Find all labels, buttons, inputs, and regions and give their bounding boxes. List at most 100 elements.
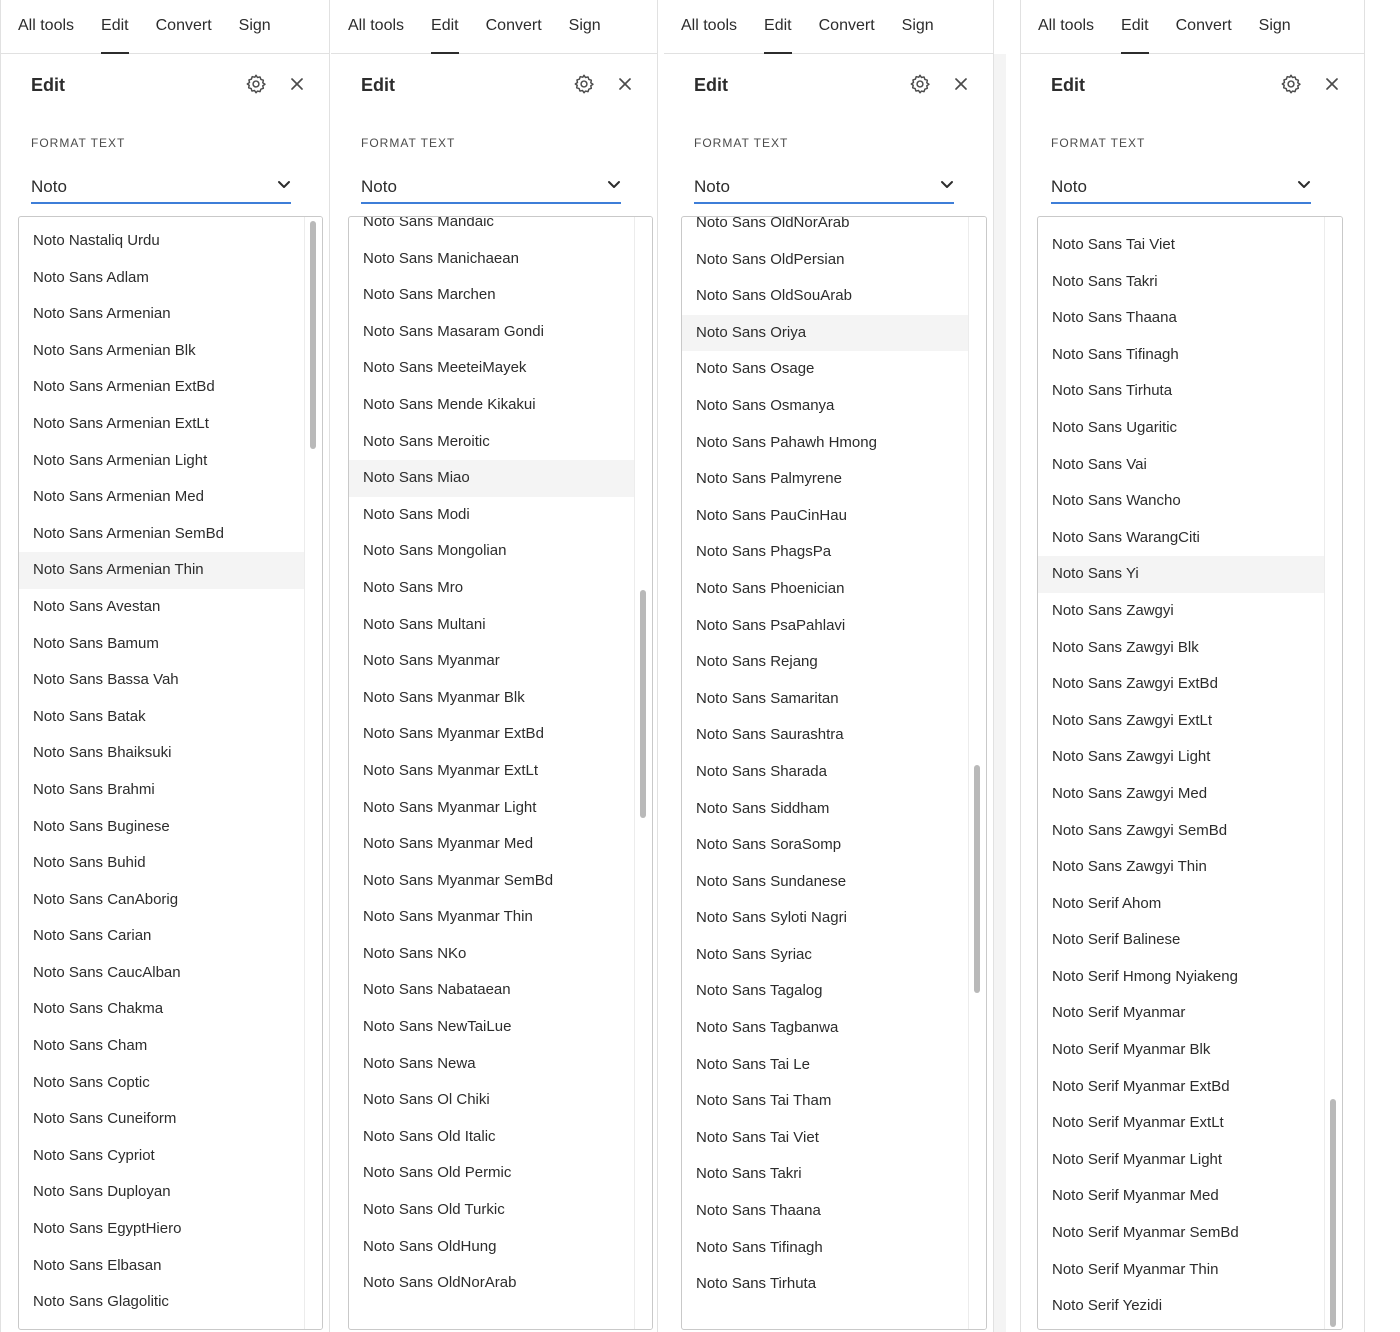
nav-sign[interactable]: Sign <box>1259 0 1291 54</box>
scrollbar-thumb[interactable] <box>310 221 316 449</box>
font-option[interactable]: Noto Sans Adlam <box>19 260 304 297</box>
font-option[interactable]: Noto Sans Zawgyi Med <box>1038 776 1324 813</box>
gear-icon[interactable] <box>573 73 595 95</box>
font-option[interactable]: Noto Sans Zawgyi ExtBd <box>1038 666 1324 703</box>
font-option[interactable]: Noto Sans Palmyrene <box>682 461 968 498</box>
font-option[interactable]: Noto Sans Old Turkic <box>349 1192 634 1229</box>
font-option[interactable]: Noto Sans Brahmi <box>19 772 304 809</box>
font-option[interactable]: Noto Sans Pahawh Hmong <box>682 425 968 462</box>
font-select[interactable] <box>361 174 621 204</box>
font-option[interactable]: Noto Sans Armenian Thin <box>19 552 304 589</box>
nav-convert[interactable]: Convert <box>156 0 212 54</box>
font-option[interactable]: Noto Sans Tirhuta <box>1038 373 1324 410</box>
font-option[interactable]: Noto Sans MeeteiMayek <box>349 350 634 387</box>
font-option[interactable]: Noto Sans Buhid <box>19 845 304 882</box>
font-option[interactable]: Noto Sans Tifinagh <box>682 1230 968 1267</box>
font-option[interactable]: Noto Sans Zawgyi Thin <box>1038 849 1324 886</box>
scrollbar-thumb[interactable] <box>974 765 980 994</box>
font-option[interactable]: Noto Serif Myanmar ExtBd <box>1038 1069 1324 1106</box>
font-option[interactable]: Noto Sans Myanmar Blk <box>349 680 634 717</box>
font-option[interactable]: Noto Serif Myanmar Light <box>1038 1142 1324 1179</box>
font-option[interactable]: Noto Sans OldPersian <box>682 242 968 279</box>
font-option[interactable]: Noto Sans OldNorArab <box>349 1265 634 1302</box>
font-option[interactable]: Noto Sans Myanmar <box>349 643 634 680</box>
font-option[interactable]: Noto Sans Rejang <box>682 644 968 681</box>
font-option[interactable]: Noto Sans Nabataean <box>349 972 634 1009</box>
font-option[interactable]: Noto Sans Armenian Light <box>19 443 304 480</box>
font-option[interactable]: Noto Sans Cypriot <box>19 1138 304 1175</box>
font-option[interactable]: Noto Sans Marchen <box>349 277 634 314</box>
font-option[interactable]: Noto Sans Thaana <box>1038 300 1324 337</box>
font-option[interactable]: Noto Sans Old Italic <box>349 1119 634 1156</box>
font-option[interactable]: Noto Sans Tai Viet <box>682 1120 968 1157</box>
font-option[interactable]: Noto Sans Mro <box>349 570 634 607</box>
font-option[interactable]: Noto Sans Masaram Gondi <box>349 314 634 351</box>
font-option[interactable]: Noto Sans OldNorArab <box>682 217 968 242</box>
font-option[interactable]: Noto Sans Oriya <box>682 314 968 352</box>
font-option[interactable]: Noto Sans Tifinagh <box>1038 337 1324 374</box>
font-option[interactable]: Noto Sans Myanmar Med <box>349 826 634 863</box>
font-option[interactable]: Noto Sans WarangCiti <box>1038 520 1324 557</box>
font-option[interactable]: Noto Sans Myanmar ExtBd <box>349 716 634 753</box>
font-option[interactable]: Noto Sans Cuneiform <box>19 1101 304 1138</box>
font-option[interactable]: Noto Sans Bhaiksuki <box>19 735 304 772</box>
nav-sign[interactable]: Sign <box>902 0 934 54</box>
font-option[interactable]: Noto Sans Duployan <box>19 1174 304 1211</box>
font-option[interactable]: Noto Sans Mandaic <box>349 217 634 241</box>
font-select[interactable] <box>694 174 954 204</box>
font-option[interactable]: Noto Sans Takri <box>1038 264 1324 301</box>
nav-convert[interactable]: Convert <box>486 0 542 54</box>
font-option[interactable]: Noto Serif Myanmar Med <box>1038 1178 1324 1215</box>
font-option[interactable]: Noto Sans Syriac <box>682 937 968 974</box>
font-option[interactable]: Noto Sans Batak <box>19 699 304 736</box>
font-option[interactable]: Noto Serif Myanmar <box>1038 995 1324 1032</box>
font-option[interactable]: Noto Sans Tirhuta <box>682 1266 968 1303</box>
font-search-input[interactable] <box>1051 174 1271 200</box>
font-option[interactable]: Noto Serif Hmong Nyiakeng <box>1038 959 1324 996</box>
scrollbar-thumb[interactable] <box>640 589 646 818</box>
font-option[interactable]: Noto Nastaliq Urdu <box>19 223 304 260</box>
font-list[interactable]: Noto Nastaliq Urdu Noto Sans Adlam Noto Sa… <box>18 216 323 1330</box>
font-select[interactable] <box>1051 174 1311 204</box>
nav-edit[interactable]: Edit <box>764 0 792 54</box>
nav-all-tools[interactable]: All tools <box>681 0 737 54</box>
font-option[interactable]: Noto Serif Balinese <box>1038 922 1324 959</box>
scrollbar[interactable] <box>968 217 986 1329</box>
font-option[interactable]: Noto Serif Myanmar Thin <box>1038 1252 1324 1289</box>
nav-all-tools[interactable]: All tools <box>18 0 74 54</box>
font-option[interactable]: Noto Sans Avestan <box>19 589 304 626</box>
font-option[interactable]: Noto Sans Myanmar SemBd <box>349 863 634 900</box>
font-option[interactable]: Noto Sans Meroitic <box>349 424 634 461</box>
font-option[interactable]: Noto Serif Myanmar Blk <box>1038 1032 1324 1069</box>
nav-edit[interactable]: Edit <box>1121 0 1149 54</box>
font-option[interactable]: Noto Sans Cham <box>19 1028 304 1065</box>
font-option[interactable]: Noto Sans Wancho <box>1038 483 1324 520</box>
font-option[interactable]: Noto Sans OldHung <box>349 1229 634 1266</box>
font-option[interactable]: Noto Sans Multani <box>349 607 634 644</box>
gear-icon[interactable] <box>909 73 931 95</box>
font-option[interactable]: Noto Serif Yezidi <box>1038 1288 1324 1325</box>
scrollbar[interactable] <box>304 217 322 1329</box>
font-option[interactable]: Noto Sans SoraSomp <box>682 827 968 864</box>
font-option[interactable]: Noto Sans Armenian SemBd <box>19 516 304 553</box>
font-option[interactable]: Noto Sans Myanmar Light <box>349 790 634 827</box>
font-option[interactable]: Noto Sans Myanmar ExtLt <box>349 753 634 790</box>
font-option[interactable]: Noto Sans Zawgyi Light <box>1038 739 1324 776</box>
font-option[interactable]: Noto Sans Ol Chiki <box>349 1082 634 1119</box>
font-option[interactable]: Noto Sans Armenian <box>19 296 304 333</box>
font-option[interactable]: Noto Sans Osmanya <box>682 388 968 425</box>
font-option[interactable]: Noto Sans Tai Le <box>682 1047 968 1084</box>
nav-edit[interactable]: Edit <box>431 0 459 54</box>
close-icon[interactable] <box>287 74 307 94</box>
font-option[interactable]: Noto Sans Saurashtra <box>682 717 968 754</box>
font-option[interactable]: Noto Sans Newa <box>349 1046 634 1083</box>
font-option[interactable]: Noto Sans Sharada <box>682 754 968 791</box>
font-option[interactable]: Noto Sans Ugaritic <box>1038 410 1324 447</box>
scrollbar-thumb[interactable] <box>1330 1099 1336 1327</box>
nav-convert[interactable]: Convert <box>819 0 875 54</box>
font-option[interactable]: Noto Sans Chakma <box>19 991 304 1028</box>
gear-icon[interactable] <box>245 73 267 95</box>
nav-edit[interactable]: Edit <box>101 0 129 54</box>
font-option[interactable]: Noto Serif Myanmar ExtLt <box>1038 1105 1324 1142</box>
font-option[interactable]: Noto Sans Bassa Vah <box>19 662 304 699</box>
